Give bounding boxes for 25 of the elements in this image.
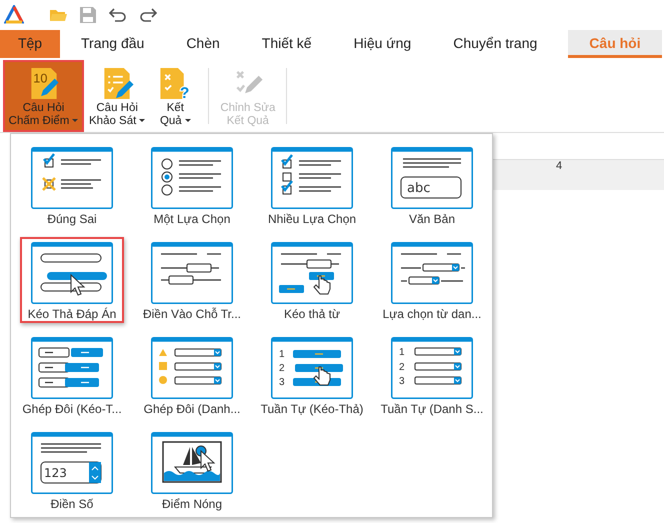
ruler-label: 4	[556, 160, 562, 172]
ribbon-tab[interactable]: Trang đầu	[60, 30, 166, 58]
file-tab[interactable]: Tệp	[0, 30, 60, 58]
sequence-list-icon: 1 2 3	[391, 337, 473, 399]
match-drag-icon	[31, 337, 113, 399]
fill-blank-icon	[151, 242, 233, 304]
match-list-icon	[151, 337, 233, 399]
ribbon-tab[interactable]: Chèn	[165, 30, 241, 58]
multiple-choice-icon	[271, 147, 353, 209]
hotspot-icon	[151, 432, 233, 494]
drag-words-icon	[271, 242, 353, 304]
drag-answer-icon	[31, 242, 113, 304]
ribbon-tab[interactable]: Chuyển trang	[432, 30, 558, 58]
app-logo	[4, 5, 24, 25]
true-false-icon	[31, 147, 113, 209]
single-choice-icon	[151, 147, 233, 209]
ribbon-button[interactable]: Câu Hỏi Khảo Sát	[86, 60, 148, 132]
numeric-icon: 123	[31, 432, 113, 494]
ribbon-tab[interactable]: Thiết kế	[240, 30, 333, 58]
ribbon-button[interactable]: 10 Câu Hỏi Chấm Điểm	[3, 60, 84, 132]
text-icon: abc	[391, 147, 473, 209]
ribbon-tab[interactable]: Hiệu ứng	[332, 30, 432, 58]
question-type-item[interactable]: Kéo Thả Đáp Án	[20, 237, 124, 323]
sequence-drag-icon: 1 2 3	[271, 337, 353, 399]
dropdown-words-icon	[391, 242, 473, 304]
